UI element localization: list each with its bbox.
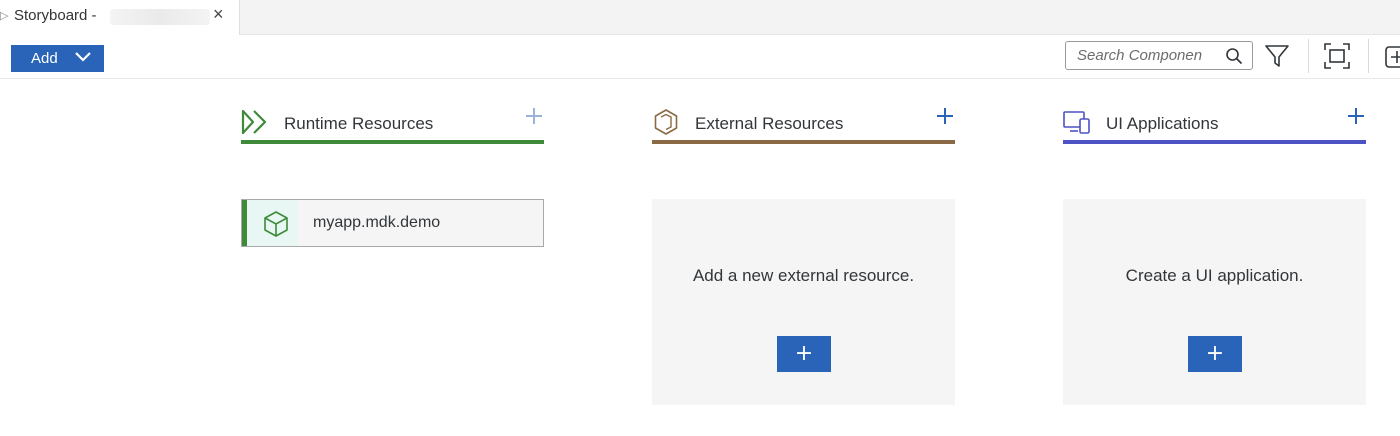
runtime-resource-card[interactable]: myapp.mdk.demo xyxy=(241,199,544,247)
editor-tab-bar: ▷ Storyboard - × xyxy=(0,0,1400,35)
add-menu-button[interactable]: Add xyxy=(11,45,104,72)
cube-icon xyxy=(264,211,288,237)
close-icon[interactable]: × xyxy=(213,4,224,25)
tab-pin-icon: ▷ xyxy=(0,10,9,22)
add-layout-icon[interactable] xyxy=(1380,41,1400,71)
toolbar-separator xyxy=(1368,39,1369,73)
empty-state-message: Create a UI application. xyxy=(1125,266,1304,285)
external-resource-icon xyxy=(654,109,678,135)
card-icon-area xyxy=(247,200,298,246)
create-ui-application-button[interactable]: + xyxy=(1188,336,1242,372)
search-components-field[interactable] xyxy=(1065,41,1253,70)
ui-applications-header: UI Applications xyxy=(1063,100,1366,145)
add-ui-application-icon[interactable] xyxy=(1346,106,1366,126)
search-input[interactable] xyxy=(1077,47,1217,64)
runtime-icon xyxy=(241,109,267,135)
chevron-down-icon xyxy=(75,52,91,62)
filter-icon[interactable] xyxy=(1262,41,1292,71)
column-accent-line xyxy=(652,140,955,144)
toolbar-separator xyxy=(1308,39,1309,73)
external-resources-empty-state: Add a new external resource. + xyxy=(652,199,955,405)
runtime-resource-label: myapp.mdk.demo xyxy=(313,214,441,231)
empty-state-message: Add a new external resource. xyxy=(692,266,915,285)
ui-applications-column: UI Applications xyxy=(1063,100,1366,145)
add-external-resource-button[interactable]: + xyxy=(777,336,831,372)
tab-title: Storyboard - xyxy=(14,7,97,24)
ui-applications-empty-state: Create a UI application. + xyxy=(1063,199,1366,405)
column-accent-line xyxy=(241,140,544,144)
fit-to-screen-icon[interactable] xyxy=(1322,41,1352,71)
external-resources-column: External Resources xyxy=(652,100,955,145)
storyboard-tab[interactable]: ▷ Storyboard - × xyxy=(0,0,240,35)
add-runtime-resource-icon[interactable] xyxy=(524,106,544,126)
ui-application-icon xyxy=(1063,111,1090,134)
redacted-tab-name xyxy=(110,9,210,25)
column-accent-line xyxy=(1063,140,1366,144)
column-title: UI Applications xyxy=(1106,114,1219,133)
add-button-label: Add xyxy=(31,50,58,67)
runtime-resources-header: Runtime Resources xyxy=(241,100,544,145)
add-external-resource-icon[interactable] xyxy=(935,106,955,126)
runtime-resources-column: Runtime Resources xyxy=(241,100,544,145)
search-icon[interactable] xyxy=(1225,47,1243,65)
column-title: Runtime Resources xyxy=(284,114,434,133)
external-resources-header: External Resources xyxy=(652,100,955,145)
column-title: External Resources xyxy=(695,114,844,133)
toolbar: Add xyxy=(0,35,1400,79)
